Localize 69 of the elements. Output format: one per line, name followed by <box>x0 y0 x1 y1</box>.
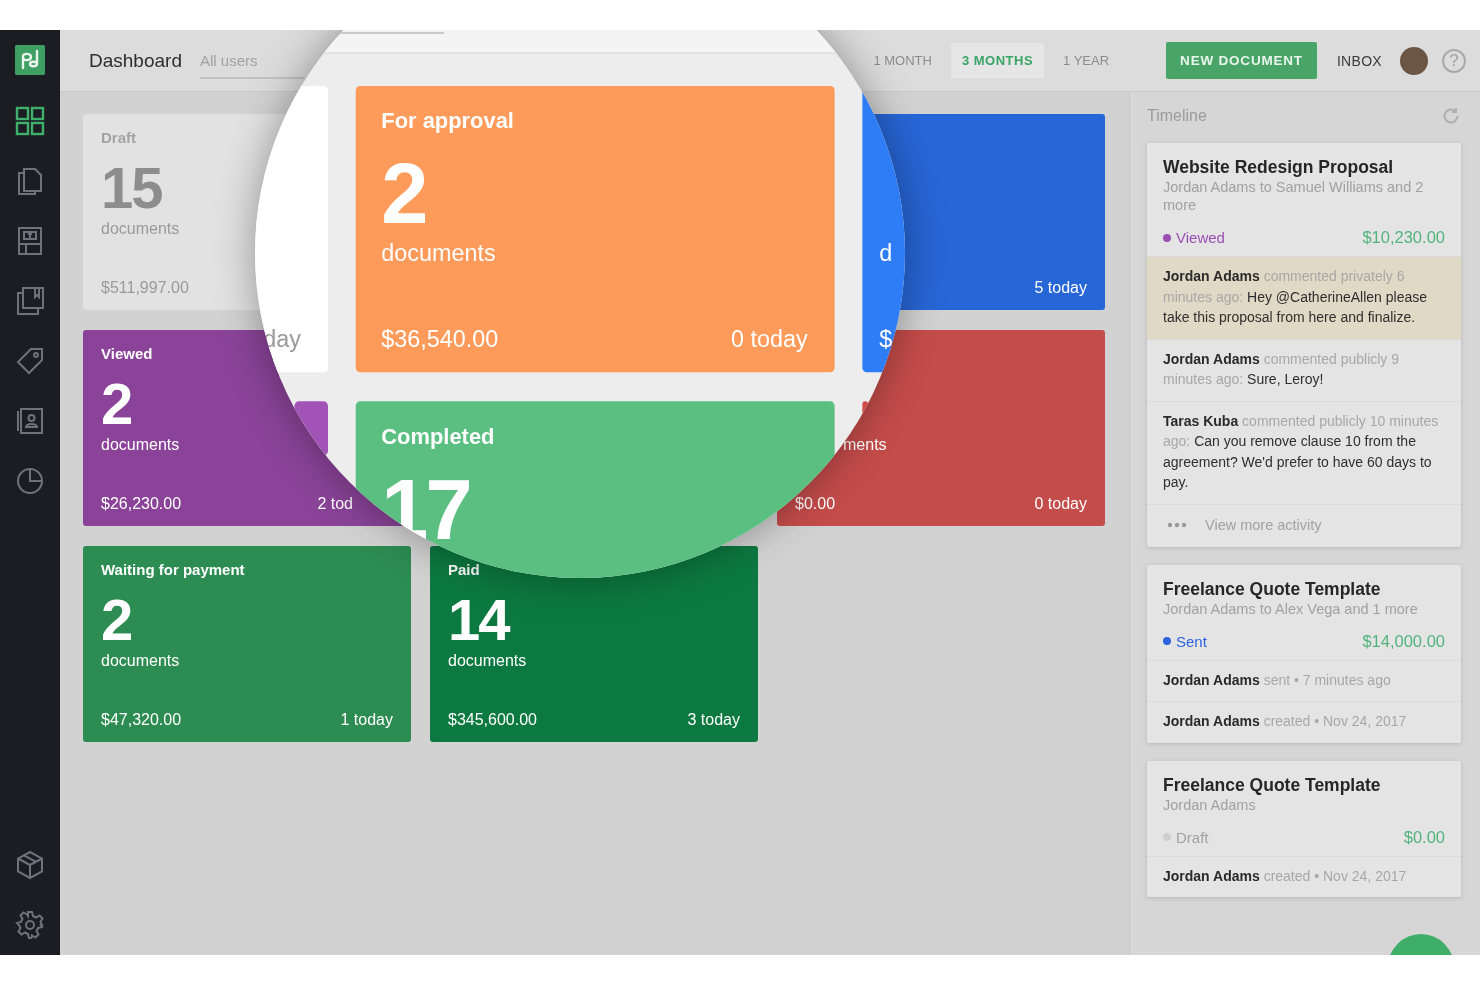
range-tab[interactable]: 3 MONTHS <box>950 43 1045 78</box>
card-title: Waiting for payment <box>101 561 245 578</box>
count-unit: documents <box>101 652 180 669</box>
today-count: 1 today <box>340 710 393 730</box>
timeline-card[interactable]: Freelance Quote Template Jordan Adams to Alex Vega and 1 more Sent $14,000.00 Jordan Adams sent • 7 minutes ago Jordan Adams created • Nov 24, 2017 <box>1147 564 1461 743</box>
status-card[interactable]: Waiting for payment 2 documents $47,320.00 1 today <box>83 546 411 742</box>
help-button[interactable]: ? <box>1442 48 1466 73</box>
timeline-card[interactable] <box>1147 143 1461 547</box>
today-count: 0 today <box>1034 494 1087 514</box>
count-unit: documents <box>101 220 180 237</box>
book-icon[interactable] <box>15 286 45 316</box>
avatar[interactable] <box>1400 46 1428 75</box>
amount-text: $14,000.00 <box>1362 631 1445 651</box>
page-title: Dashboard <box>89 49 182 72</box>
status-label: Draft <box>1176 828 1209 846</box>
recipients-text: Jordan Adams to Alex Vega and 1 more <box>1163 599 1419 618</box>
grid-icon[interactable] <box>15 106 45 136</box>
template-icon[interactable] <box>15 226 45 256</box>
activity-text: Jordan Adams created • Nov 24, 2017 <box>1147 855 1461 897</box>
tag-icon[interactable] <box>15 346 45 376</box>
pie-chart-icon[interactable] <box>15 466 45 496</box>
activity-text: Jordan Adams created • Nov 24, 2017 <box>1147 701 1461 743</box>
activity-text: Taras Kuba commented publicly 10 minutes ago: Can you remove clause 10 from the agreement? We'd prefer to have 60 days to pay. <box>1147 400 1461 504</box>
logo-icon[interactable] <box>15 45 45 75</box>
today-count: 3 today <box>687 710 740 730</box>
activity-text: Jordan Adams commented publicly 9 minutes ago: Sure, Leroy! <box>1147 338 1461 401</box>
document-count: 2 <box>101 587 132 652</box>
count-unit: d <box>879 240 893 266</box>
document-title: Freelance Quote Template <box>1163 773 1382 796</box>
activity-text: Jordan Adams sent • 7 minutes ago <box>1147 659 1461 701</box>
documents-icon[interactable] <box>15 166 45 196</box>
amount-text: $0.00 <box>1403 827 1445 847</box>
count-unit: documents <box>448 652 527 669</box>
recipients-text: Jordan Adams <box>1163 795 1257 814</box>
document-count: 14 <box>448 587 509 652</box>
amount-text: $47,320.00 <box>101 710 182 730</box>
today-count: 2 tod <box>317 494 354 514</box>
contact-card-icon[interactable] <box>15 406 45 436</box>
cube-icon[interactable] <box>15 850 45 880</box>
document-title: Freelance Quote Template <box>1163 577 1382 600</box>
card-title: Paid <box>448 561 480 578</box>
activity-text: Jordan Adams commented privately 6 minutes ago: Hey @CatherineAllen please take this proposal from here and finalize. <box>1147 256 1461 339</box>
status-card[interactable] <box>861 401 869 414</box>
inbox-link[interactable]: INBOX <box>1336 52 1382 69</box>
settings-icon[interactable] <box>15 910 45 940</box>
document-title: Website Redesign Proposal <box>1163 156 1395 178</box>
card-title: Viewed <box>101 345 153 362</box>
status-label: Viewed <box>1176 229 1225 246</box>
today-count: 5 today <box>1034 278 1087 298</box>
dots-icon[interactable] <box>1167 521 1187 528</box>
panel-title: Timeline <box>1147 107 1207 125</box>
amount-text: $10,230.00 <box>1362 228 1445 247</box>
amount-text: $345,600.00 <box>448 710 537 730</box>
count-unit: ments <box>843 436 887 453</box>
status-card[interactable]: For approval 2 documents $36,540.00 0 today <box>355 86 834 373</box>
view-more-link[interactable]: View more activity <box>1205 516 1322 533</box>
status-label: Sent <box>1176 632 1207 650</box>
document-count: 15 <box>101 155 162 220</box>
amount-text: $511,997.00 <box>101 278 189 298</box>
new-document-button[interactable]: NEW DOCUMENT <box>1166 42 1317 79</box>
recipients-text: Jordan Adams to Samuel Williams and 2 more <box>1163 178 1425 214</box>
timeline-card[interactable]: Freelance Quote Template Jordan Adams Draft $0.00 Jordan Adams created • Nov 24, 2017 <box>1147 760 1461 897</box>
document-count: 2 <box>101 371 132 436</box>
amount-text: $0.00 <box>795 494 836 514</box>
range-tab[interactable]: 1 YEAR <box>1052 43 1121 78</box>
amount-text: $26,230.00 <box>101 494 182 514</box>
card-title: Draft <box>101 129 136 146</box>
status-card[interactable]: Paid 14 documents $345,600.00 3 today <box>430 546 758 742</box>
count-unit: documents <box>101 436 180 453</box>
